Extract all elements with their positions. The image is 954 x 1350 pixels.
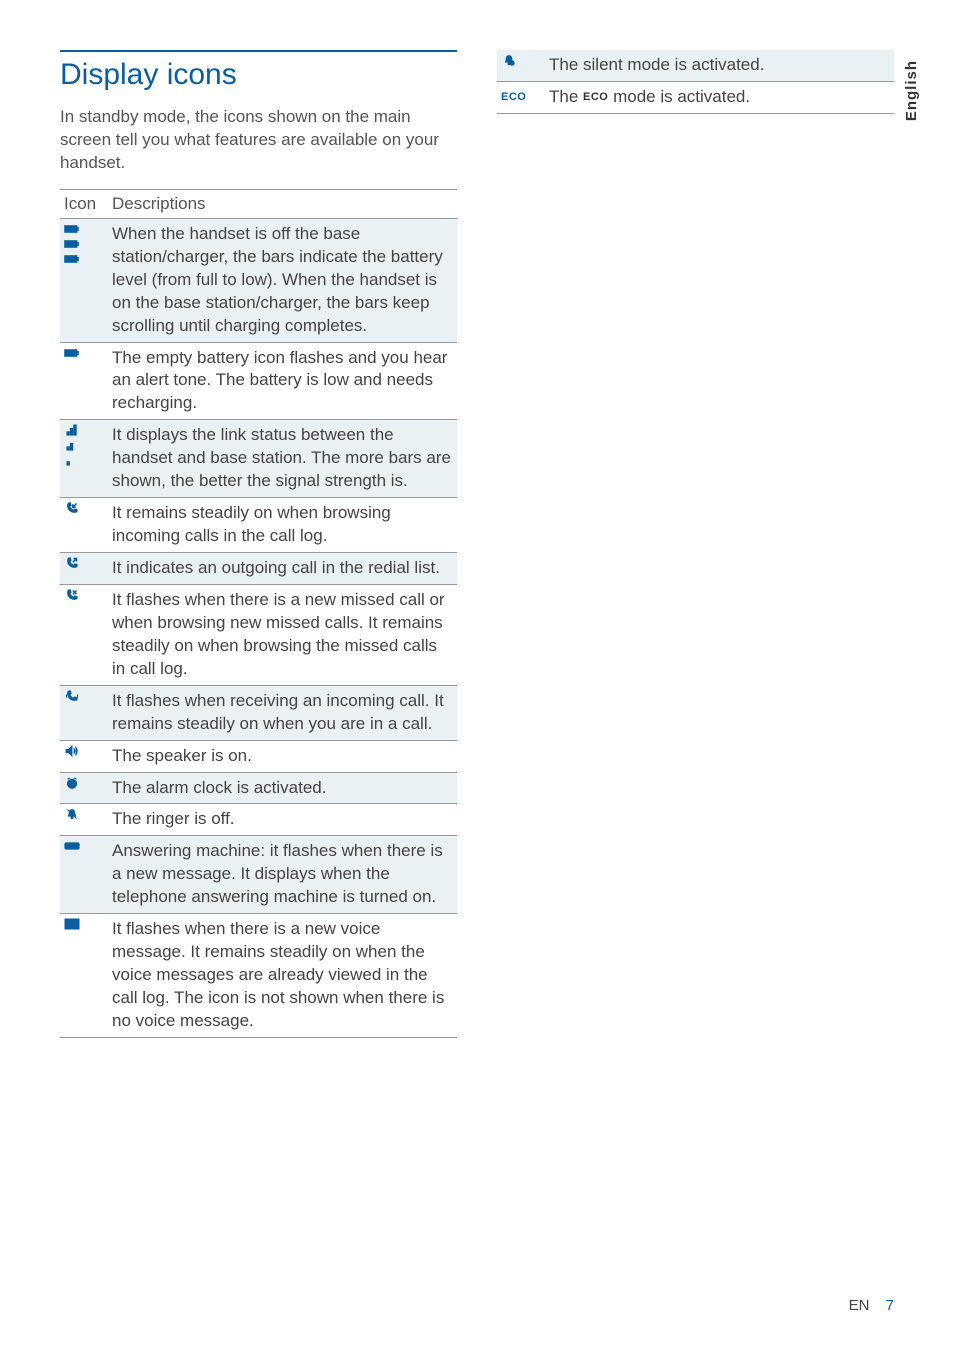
table-row: It remains steadily on when browsing inc… <box>60 498 457 553</box>
row-desc: It remains steadily on when browsing inc… <box>108 498 457 553</box>
row-desc: It indicates an outgoing call in the red… <box>108 553 457 585</box>
table-row: Answering machine: it flashes when there… <box>60 836 457 914</box>
row-desc: It flashes when there is a new missed ca… <box>108 584 457 685</box>
table-row: The empty battery icon flashes and you h… <box>60 342 457 420</box>
section-title: Display icons <box>60 50 457 92</box>
table-row: When the handset is off the base station… <box>60 218 457 342</box>
table-row: It flashes when there is a new missed ca… <box>60 584 457 685</box>
header-icon: Icon <box>60 189 108 218</box>
row-desc: The ringer is off. <box>108 804 457 836</box>
row-desc: It flashes when there is a new voice mes… <box>108 914 457 1038</box>
table-row: It flashes when there is a new voice mes… <box>60 914 457 1038</box>
table-header-row: Icon Descriptions <box>60 189 457 218</box>
table-row: The speaker is on. <box>60 740 457 772</box>
intro-text: In standby mode, the icons shown on the … <box>60 106 457 175</box>
header-desc: Descriptions <box>108 189 457 218</box>
row-desc: When the handset is off the base station… <box>108 218 457 342</box>
row-desc: The silent mode is activated. <box>545 50 894 81</box>
row-desc: It displays the link status between the … <box>108 420 457 498</box>
answering-machine-icon <box>64 840 104 852</box>
page-footer: EN 7 <box>849 1297 894 1314</box>
row-desc: Answering machine: it flashes when there… <box>108 836 457 914</box>
silent-mode-icon <box>501 54 541 66</box>
table-row: The silent mode is activated. <box>497 50 894 81</box>
language-tab: English <box>903 60 920 121</box>
speaker-icon <box>64 745 104 757</box>
ringer-off-icon <box>64 808 104 820</box>
table-row: The alarm clock is activated. <box>60 772 457 804</box>
missed-call-icon <box>64 589 104 601</box>
alarm-clock-icon <box>64 777 104 789</box>
in-call-icon <box>64 690 104 702</box>
table-row: It displays the link status between the … <box>60 420 457 498</box>
table-row: The ringer is off. <box>60 804 457 836</box>
table-row: ECO The ECO mode is activated. <box>497 81 894 113</box>
row-desc: The empty battery icon flashes and you h… <box>108 342 457 420</box>
eco-mode-icon: ECO <box>501 90 526 105</box>
footer-page: 7 <box>886 1297 894 1314</box>
row-desc: The alarm clock is activated. <box>108 772 457 804</box>
footer-lang: EN <box>849 1297 870 1314</box>
battery-levels-icon <box>64 223 104 265</box>
row-desc: It flashes when receiving an incoming ca… <box>108 685 457 740</box>
battery-empty-icon <box>64 347 104 359</box>
icons-table-2: The silent mode is activated. ECO The EC… <box>497 50 894 114</box>
row-desc: The speaker is on. <box>108 740 457 772</box>
table-row: It indicates an outgoing call in the red… <box>60 553 457 585</box>
signal-bars-icon <box>64 424 104 466</box>
icons-table: Icon Descriptions When the handset is of… <box>60 189 457 1038</box>
voicemail-icon <box>64 918 104 930</box>
incoming-call-icon <box>64 502 104 514</box>
outgoing-call-icon <box>64 557 104 569</box>
row-desc: The ECO mode is activated. <box>545 81 894 113</box>
table-row: It flashes when receiving an incoming ca… <box>60 685 457 740</box>
